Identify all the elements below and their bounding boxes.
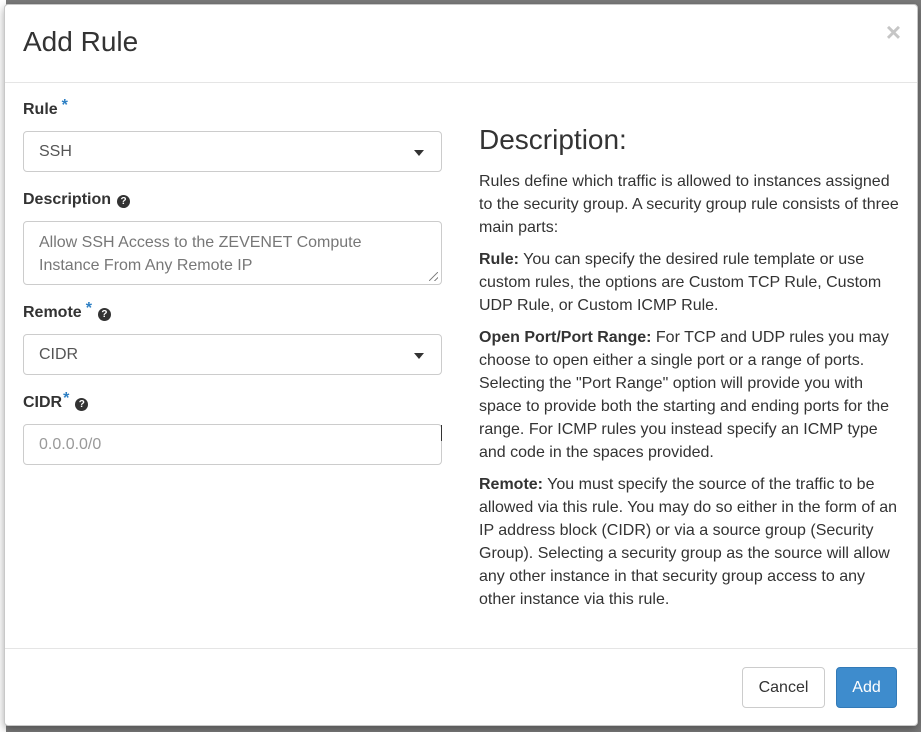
description-label-text: Description (23, 191, 112, 208)
dialog-title: Add Rule (23, 26, 139, 57)
remote-select-value: CIDR (39, 346, 79, 363)
close-icon[interactable]: × (886, 19, 901, 45)
required-mark: * (63, 390, 70, 407)
help-port-text: For TCP and UDP rules you may choose to … (479, 329, 890, 461)
description-textarea-value: Allow SSH Access to the ZEVENET Compute … (39, 234, 362, 274)
description-textarea[interactable]: Allow SSH Access to the ZEVENET Compute … (23, 221, 442, 285)
required-mark: * (61, 97, 68, 114)
help-port-paragraph: Open Port/Port Range: For TCP and UDP ru… (479, 326, 905, 464)
add-button[interactable]: Add (836, 667, 897, 708)
help-title: Description: (479, 124, 627, 155)
chevron-down-icon (414, 353, 424, 359)
description-field-label: Description ? (23, 191, 443, 213)
cancel-button[interactable]: Cancel (742, 667, 825, 708)
remote-field-label: Remote * ? (23, 300, 443, 326)
dialog-header: Add Rule × (5, 5, 917, 83)
help-rule-heading: Rule: (479, 251, 519, 268)
remote-select[interactable]: CIDR (23, 334, 442, 375)
question-circle-icon[interactable]: ? (75, 398, 89, 411)
remote-label-text: Remote (23, 304, 82, 321)
cidr-input[interactable]: 0.0.0.0/0 (23, 424, 442, 465)
add-rule-dialog: Add Rule × Rule * SSH Description ? Allo… (4, 4, 918, 726)
cidr-label-text: CIDR (23, 394, 63, 411)
cidr-input-placeholder: 0.0.0.0/0 (39, 436, 102, 453)
rule-select[interactable]: SSH (23, 131, 442, 172)
help-intro: Rules define which traffic is allowed to… (479, 173, 899, 236)
question-circle-icon[interactable]: ? (117, 195, 131, 208)
rule-select-value: SSH (39, 143, 72, 160)
help-rule-text: You can specify the desired rule templat… (479, 251, 882, 314)
rule-label-text: Rule (23, 101, 58, 118)
help-port-heading: Open Port/Port Range: (479, 329, 652, 346)
required-mark: * (85, 300, 92, 317)
cidr-field-label: CIDR * ? (23, 390, 443, 416)
rule-form: Rule * SSH Description ? Allow SSH Acces… (23, 97, 443, 465)
help-remote-paragraph: Remote: You must specify the source of t… (479, 473, 905, 611)
resize-handle-icon[interactable] (429, 272, 438, 281)
dialog-footer: Cancel Add (5, 649, 917, 725)
text-cursor (441, 425, 442, 441)
help-remote-heading: Remote: (479, 476, 544, 493)
rule-field-label: Rule * (23, 97, 443, 123)
help-remote-text: You must specify the source of the traff… (479, 476, 898, 608)
help-rule-paragraph: Rule: You can specify the desired rule t… (479, 248, 905, 317)
chevron-down-icon (414, 150, 424, 156)
dialog-body: Rule * SSH Description ? Allow SSH Acces… (5, 83, 917, 649)
question-circle-icon[interactable]: ? (97, 308, 111, 321)
help-panel: Description: Rules define which traffic … (479, 123, 905, 620)
